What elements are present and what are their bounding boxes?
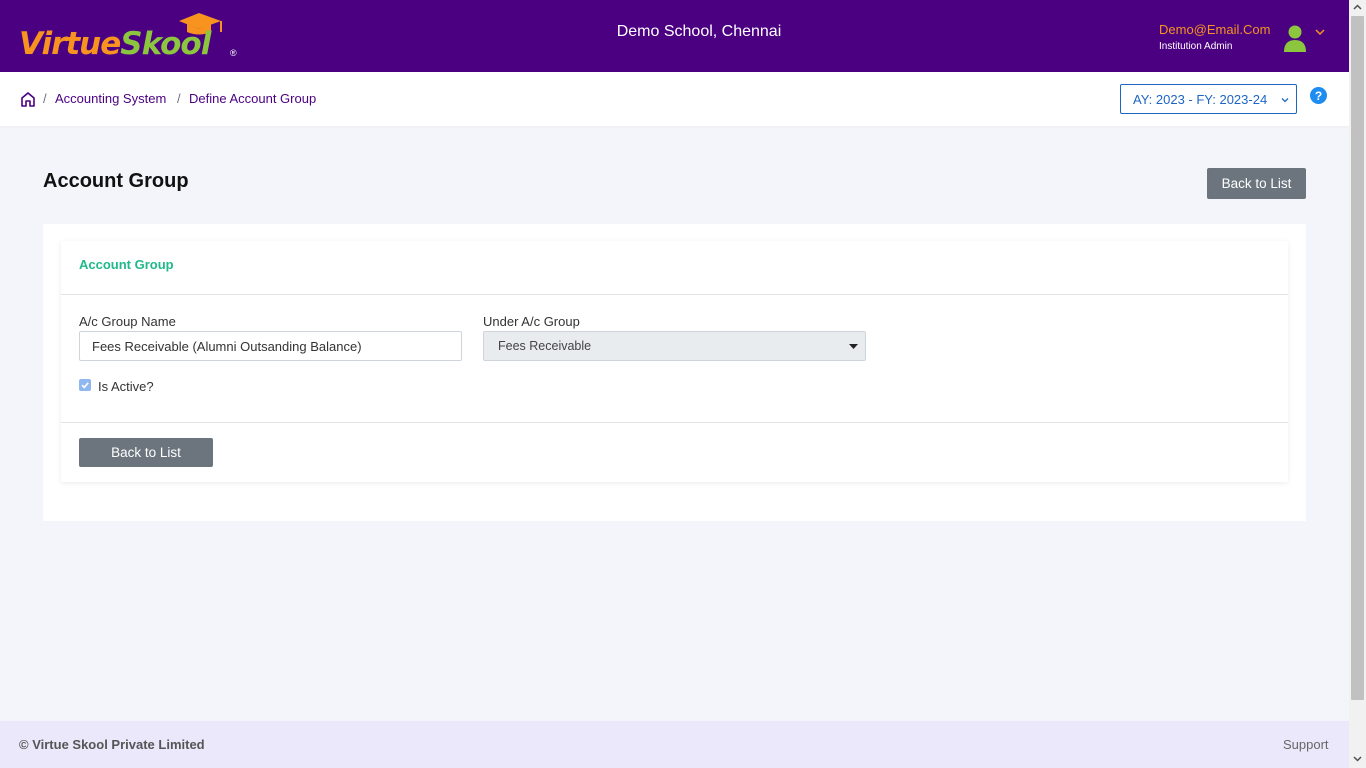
academic-year-select[interactable]: AY: 2023 - FY: 2023-24 [1120, 84, 1297, 114]
under-group-value: Fees Receivable [498, 339, 592, 353]
vertical-scrollbar[interactable] [1349, 0, 1366, 768]
caret-down-icon [849, 344, 858, 349]
under-group-label: Under A/c Group [483, 314, 580, 329]
group-name-input[interactable]: Fees Receivable (Alumni Outsanding Balan… [79, 331, 462, 361]
help-icon[interactable]: ? [1310, 87, 1327, 104]
scroll-up-arrow-icon[interactable] [1353, 4, 1362, 10]
scrollbar-thumb[interactable] [1351, 16, 1364, 700]
group-name-label: A/c Group Name [79, 314, 176, 329]
under-group-select[interactable]: Fees Receivable [483, 331, 866, 361]
breadcrumb-bar: / Accounting System / Define Account Gro… [0, 72, 1349, 126]
logo-text-skool: Skool [120, 26, 211, 62]
section-divider [61, 294, 1288, 295]
back-to-list-button[interactable]: Back to List [1207, 168, 1306, 199]
breadcrumb-separator: / [177, 91, 181, 106]
page-footer: © Virtue Skool Private Limited Support [0, 721, 1349, 768]
account-group-card: Account Group A/c Group Name Fees Receiv… [43, 224, 1306, 521]
home-icon[interactable] [20, 91, 36, 108]
breadcrumb-accounting-system[interactable]: Accounting System [55, 91, 166, 106]
user-role: Institution Admin [1159, 41, 1233, 52]
section-title: Account Group [79, 257, 174, 272]
account-group-form: Account Group A/c Group Name Fees Receiv… [61, 241, 1288, 482]
logo-wordmark: VirtueSkool [19, 26, 211, 62]
back-to-list-button[interactable]: Back to List [79, 438, 213, 467]
user-email[interactable]: Demo@Email.Com [1159, 22, 1270, 37]
is-active-checkbox[interactable] [79, 379, 91, 391]
logo-text-virtue: Virtue [19, 26, 121, 62]
chevron-down-icon [1281, 98, 1289, 103]
breadcrumb-separator: / [43, 91, 47, 106]
school-name: Demo School, Chennai [616, 23, 782, 40]
academic-year-value: AY: 2023 - FY: 2023-24 [1133, 92, 1268, 107]
is-active-label: Is Active? [98, 379, 154, 394]
support-link[interactable]: Support [1283, 737, 1329, 752]
scroll-down-arrow-icon[interactable] [1353, 756, 1362, 762]
page-title: Account Group [43, 170, 189, 192]
breadcrumb-define-account-group[interactable]: Define Account Group [189, 91, 316, 106]
chevron-down-icon[interactable] [1315, 28, 1325, 36]
footer-divider [61, 422, 1288, 423]
user-avatar-icon[interactable] [1282, 24, 1308, 52]
virtueskool-logo[interactable]: VirtueSkool ® [19, 12, 241, 62]
registered-mark: ® [230, 48, 237, 58]
svg-text:?: ? [1315, 89, 1322, 103]
top-header: VirtueSkool ® Demo School, Chennai Demo@… [0, 0, 1349, 72]
copyright-text: © Virtue Skool Private Limited [19, 737, 205, 752]
